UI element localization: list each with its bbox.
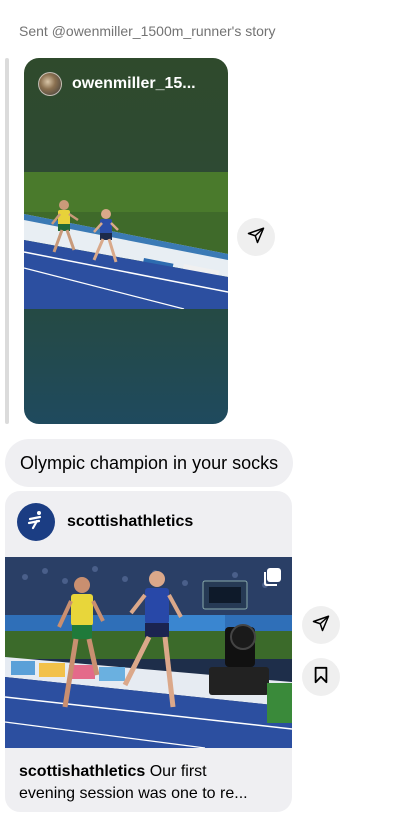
paper-plane-icon: [312, 614, 330, 637]
shared-story-card[interactable]: owenmiller_15...: [24, 58, 228, 424]
story-avatar: [38, 72, 62, 96]
share-post-button[interactable]: [302, 606, 340, 644]
post-header: scottishathletics: [17, 503, 193, 541]
post-caption: scottishathletics Our first evening sess…: [19, 761, 281, 805]
post-caption-text-line2: evening session was one to re...: [19, 785, 248, 802]
story-share-caption: Sent @owenmiller_1500m_runner's story: [19, 23, 276, 39]
post-avatar: [17, 503, 55, 541]
message-bubble[interactable]: Olympic champion in your socks: [5, 439, 294, 487]
story-photo: [24, 172, 228, 309]
scottish-athletics-logo-icon: [24, 508, 48, 537]
post-username: scottishathletics: [67, 513, 194, 530]
message-text: Olympic champion in your socks: [20, 452, 279, 473]
story-username: owenmiller_15...: [72, 75, 196, 92]
shared-post-card[interactable]: scottishathletics scottishathletics Our …: [5, 491, 292, 812]
story-header: owenmiller_15...: [38, 72, 196, 96]
multiple-photos-icon: [262, 567, 282, 592]
post-caption-text-line1: Our first: [149, 763, 207, 780]
post-photo: [5, 557, 292, 748]
bookmark-icon: [313, 666, 329, 689]
paper-plane-icon: [247, 226, 265, 249]
reply-indicator-bar: [5, 58, 9, 424]
post-caption-username: scottishathletics: [19, 763, 146, 780]
save-post-button[interactable]: [302, 658, 340, 696]
share-story-button[interactable]: [237, 218, 275, 256]
